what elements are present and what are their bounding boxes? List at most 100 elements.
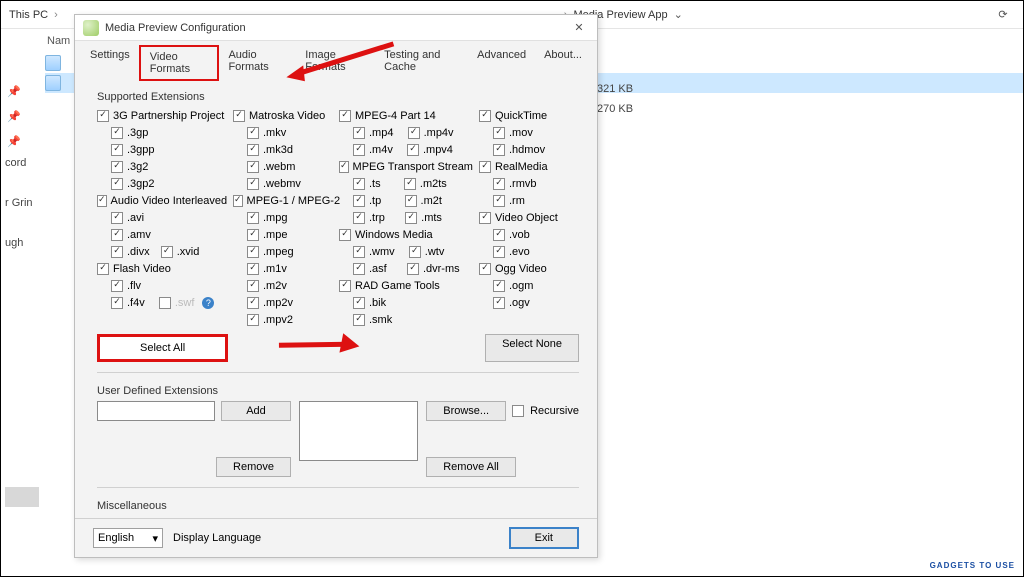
checkbox[interactable] [339,110,351,122]
remove-button[interactable]: Remove [216,457,291,477]
help-icon[interactable]: ? [202,297,214,309]
checkbox[interactable] [353,212,365,224]
checkbox[interactable] [479,212,491,224]
checkbox[interactable] [247,178,259,190]
select-none-button[interactable]: Select None [485,334,579,362]
ext-label: .dvr-ms [423,263,460,275]
checkbox[interactable] [404,178,416,190]
tab-settings[interactable]: Settings [81,45,139,81]
checkbox[interactable] [339,280,351,292]
dialog-title: Media Preview Configuration [105,22,246,34]
checkbox[interactable] [353,195,365,207]
checkbox[interactable] [493,229,505,241]
format-group: 3G Partnership Project [113,110,224,122]
checkbox[interactable] [405,195,417,207]
checkbox[interactable] [353,127,365,139]
checkbox[interactable] [493,144,505,156]
format-group: QuickTime [495,110,547,122]
sidebar-item-label[interactable]: ugh [5,237,33,249]
tab-audio-formats[interactable]: Audio Formats [219,45,296,81]
checkbox[interactable] [407,144,419,156]
scrollbar-partial [5,487,39,507]
checkbox[interactable] [247,314,259,326]
checkbox[interactable] [111,178,123,190]
checkbox[interactable] [111,246,123,258]
checkbox[interactable] [247,144,259,156]
breadcrumb-item[interactable]: This PC [9,9,48,21]
checkbox[interactable] [161,246,173,258]
ext-label: .m4v [369,144,393,156]
checkbox[interactable] [493,280,505,292]
tab-image-formats[interactable]: Image Formats [296,45,375,81]
checkbox[interactable] [247,229,259,241]
language-select[interactable]: English▾ [93,528,163,548]
checkbox[interactable] [339,229,351,241]
tab-testing-cache[interactable]: Testing and Cache [375,45,468,81]
checkbox[interactable] [353,246,365,258]
checkbox[interactable] [353,178,365,190]
checkbox[interactable] [247,263,259,275]
checkbox[interactable] [233,110,245,122]
checkbox[interactable] [353,263,365,275]
close-icon[interactable]: ✕ [569,21,589,34]
ext-label: .mov [509,127,533,139]
checkbox[interactable] [493,195,505,207]
checkbox[interactable] [247,212,259,224]
chevron-down-icon[interactable]: ⌄ [674,8,683,21]
checkbox[interactable] [353,314,365,326]
checkbox[interactable] [408,127,420,139]
app-icon [83,20,99,36]
recursive-checkbox[interactable] [512,405,524,417]
checkbox[interactable] [111,144,123,156]
checkbox[interactable] [493,127,505,139]
extension-input[interactable] [97,401,215,421]
checkbox[interactable] [479,263,491,275]
exit-button[interactable]: Exit [509,527,579,549]
checkbox[interactable] [111,229,123,241]
checkbox[interactable] [247,297,259,309]
tab-video-formats[interactable]: Video Formats [139,45,220,81]
remove-all-button[interactable]: Remove All [426,457,516,477]
extensions-listbox[interactable] [299,401,418,461]
checkbox[interactable] [111,280,123,292]
checkbox[interactable] [493,246,505,258]
checkbox[interactable] [247,161,259,173]
sidebar-item-label[interactable]: r Grin [5,197,33,209]
checkbox[interactable] [493,297,505,309]
checkbox[interactable] [247,127,259,139]
ext-label: .m2t [421,195,442,207]
ext-label: .swf [175,297,195,309]
checkbox[interactable] [97,263,109,275]
checkbox[interactable] [97,195,107,207]
tab-about[interactable]: About... [535,45,591,81]
checkbox[interactable] [111,212,123,224]
checkbox[interactable] [247,246,259,258]
tab-advanced[interactable]: Advanced [468,45,535,81]
ext-label: .webmv [263,178,301,190]
pin-icon: 📌 [7,135,21,148]
select-all-button[interactable]: Select All [97,334,228,362]
checkbox[interactable] [409,246,421,258]
sidebar-item-label[interactable]: cord [5,157,33,169]
format-group: MPEG-1 / MPEG-2 [247,195,341,207]
format-group: RealMedia [495,161,548,173]
checkbox[interactable] [353,144,365,156]
checkbox[interactable] [493,178,505,190]
checkbox[interactable] [247,280,259,292]
ext-label: .smk [369,314,392,326]
add-button[interactable]: Add [221,401,291,421]
checkbox[interactable] [407,263,419,275]
checkbox[interactable] [479,161,491,173]
checkbox[interactable] [479,110,491,122]
checkbox[interactable] [405,212,417,224]
browse-button[interactable]: Browse... [426,401,506,421]
refresh-icon[interactable]: ⟳ [991,8,1015,21]
checkbox[interactable] [111,297,123,309]
checkbox[interactable] [111,161,123,173]
checkbox[interactable] [233,195,243,207]
checkbox[interactable] [111,127,123,139]
checkbox[interactable] [159,297,171,309]
checkbox[interactable] [339,161,349,173]
checkbox[interactable] [353,297,365,309]
checkbox[interactable] [97,110,109,122]
